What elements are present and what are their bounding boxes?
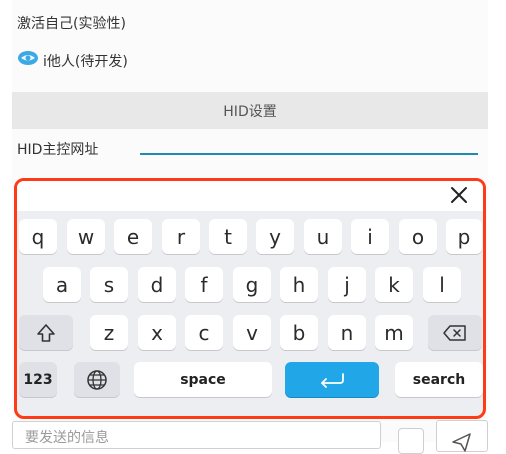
key-d[interactable]: d	[138, 267, 176, 302]
close-icon[interactable]	[447, 183, 471, 207]
key-q[interactable]: q	[19, 219, 57, 254]
globe-icon	[87, 369, 107, 390]
key-z[interactable]: z	[90, 315, 128, 350]
key-e[interactable]: e	[114, 219, 152, 254]
key-l[interactable]: l	[423, 267, 461, 302]
enter-key[interactable]	[285, 362, 379, 397]
key-m[interactable]: m	[375, 315, 413, 350]
option-checkbox[interactable]	[398, 428, 424, 454]
soft-keyboard: q w e r t y u i o p a s d f g h j k l z …	[14, 178, 486, 419]
message-placeholder: 要发送的信息	[25, 430, 109, 446]
key-b[interactable]: b	[280, 315, 318, 350]
key-w[interactable]: w	[67, 219, 105, 254]
enter-icon	[321, 372, 344, 388]
hid-address-underline	[140, 153, 478, 155]
shift-key[interactable]	[19, 315, 73, 350]
language-key[interactable]	[74, 362, 120, 397]
key-j[interactable]: j	[328, 267, 366, 302]
send-icon	[452, 433, 471, 452]
key-g[interactable]: g	[233, 267, 271, 302]
key-o[interactable]: o	[399, 219, 437, 254]
key-v[interactable]: v	[233, 315, 271, 350]
key-p[interactable]: p	[446, 219, 482, 254]
others-item[interactable]: i他人(待开发)	[43, 51, 128, 71]
numbers-key[interactable]: 123	[19, 362, 57, 397]
key-c[interactable]: c	[185, 315, 223, 350]
keyboard-top-bar	[17, 181, 483, 211]
hid-section-title: HID设置	[223, 104, 277, 120]
search-key[interactable]: search	[395, 362, 483, 397]
key-y[interactable]: y	[256, 219, 294, 254]
message-input[interactable]: 要发送的信息	[12, 421, 381, 449]
key-a[interactable]: a	[43, 267, 81, 302]
key-n[interactable]: n	[328, 315, 366, 350]
activate-self-item[interactable]: 激活自己(实验性)	[17, 13, 126, 33]
key-f[interactable]: f	[185, 267, 223, 302]
shift-icon	[37, 323, 55, 342]
hid-address-label: HID主控网址	[17, 142, 99, 158]
key-k[interactable]: k	[375, 267, 413, 302]
key-i[interactable]: i	[351, 219, 389, 254]
space-key[interactable]: space	[134, 362, 272, 397]
app-icon	[18, 51, 38, 65]
key-t[interactable]: t	[209, 219, 247, 254]
key-x[interactable]: x	[138, 315, 176, 350]
backspace-key[interactable]	[428, 315, 482, 350]
key-h[interactable]: h	[280, 267, 318, 302]
hid-section-header: HID设置	[12, 92, 488, 129]
send-button[interactable]	[436, 420, 488, 452]
backspace-icon	[443, 324, 466, 341]
key-s[interactable]: s	[90, 267, 128, 302]
key-r[interactable]: r	[162, 219, 200, 254]
key-u[interactable]: u	[304, 219, 342, 254]
